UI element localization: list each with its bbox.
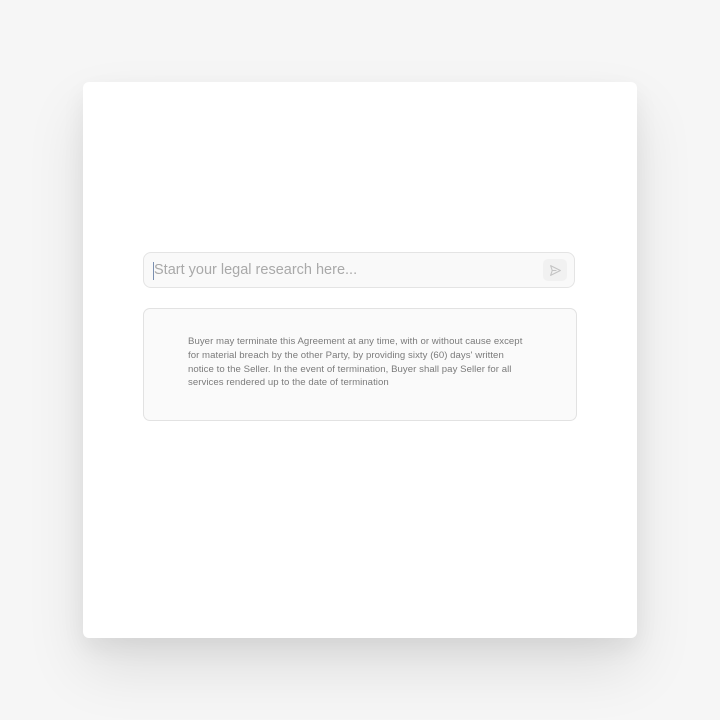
main-card: Buyer may terminate this Agreement at an…	[83, 82, 637, 638]
clause-line: for material breach by the other Party, …	[188, 349, 504, 361]
clause-card: Buyer may terminate this Agreement at an…	[143, 308, 577, 421]
clause-text: Buyer may terminate this Agreement at an…	[188, 335, 548, 390]
send-icon	[549, 264, 562, 277]
page-background: Buyer may terminate this Agreement at an…	[0, 0, 720, 720]
clause-line: notice to the Seller. In the event of te…	[188, 363, 512, 375]
send-button[interactable]	[543, 259, 567, 281]
search-input[interactable]	[152, 253, 532, 287]
clause-line: services rendered up to the date of term…	[188, 377, 389, 389]
text-cursor	[153, 262, 154, 280]
clause-line: Buyer may terminate this Agreement at an…	[188, 336, 523, 347]
search-bar[interactable]	[143, 252, 575, 288]
